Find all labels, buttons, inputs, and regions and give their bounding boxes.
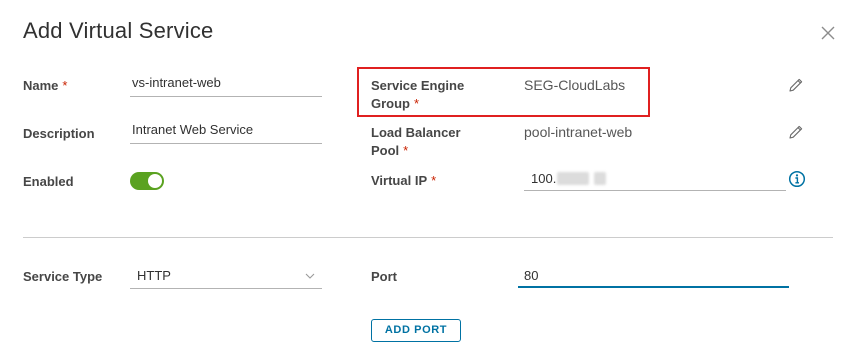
name-input[interactable]: [130, 73, 322, 97]
redacted-ip-block: [557, 172, 589, 185]
toggle-knob: [148, 174, 162, 188]
chevron-down-icon: [305, 273, 315, 279]
name-label: Name *: [23, 78, 68, 93]
description-label: Description: [23, 126, 95, 141]
load-balancer-pool-value: pool-intranet-web: [524, 124, 633, 140]
virtual-ip-label: Virtual IP *: [371, 173, 437, 188]
pencil-icon[interactable]: [788, 77, 804, 93]
info-circle-icon[interactable]: [788, 170, 806, 188]
virtual-ip-input[interactable]: 100.: [524, 167, 786, 191]
service-type-label: Service Type: [23, 269, 103, 284]
add-port-button[interactable]: ADD PORT: [371, 319, 461, 342]
description-input[interactable]: [130, 120, 322, 144]
section-divider: [23, 237, 833, 238]
service-type-selected: HTTP: [137, 268, 171, 283]
port-value: 80: [524, 268, 539, 283]
virtual-ip-value: 100.: [531, 171, 557, 186]
service-type-select[interactable]: HTTP: [130, 264, 322, 289]
dialog-title: Add Virtual Service: [23, 18, 214, 43]
highlight-annotation: [357, 67, 650, 117]
enabled-toggle[interactable]: [130, 172, 164, 190]
pencil-icon[interactable]: [788, 124, 804, 140]
port-input[interactable]: 80: [518, 264, 789, 288]
redacted-ip-block: [594, 172, 606, 185]
enabled-label: Enabled: [23, 174, 74, 189]
port-label: Port: [371, 269, 397, 284]
close-icon[interactable]: [819, 24, 837, 42]
load-balancer-pool-label: Load Balancer Pool *: [371, 125, 461, 158]
